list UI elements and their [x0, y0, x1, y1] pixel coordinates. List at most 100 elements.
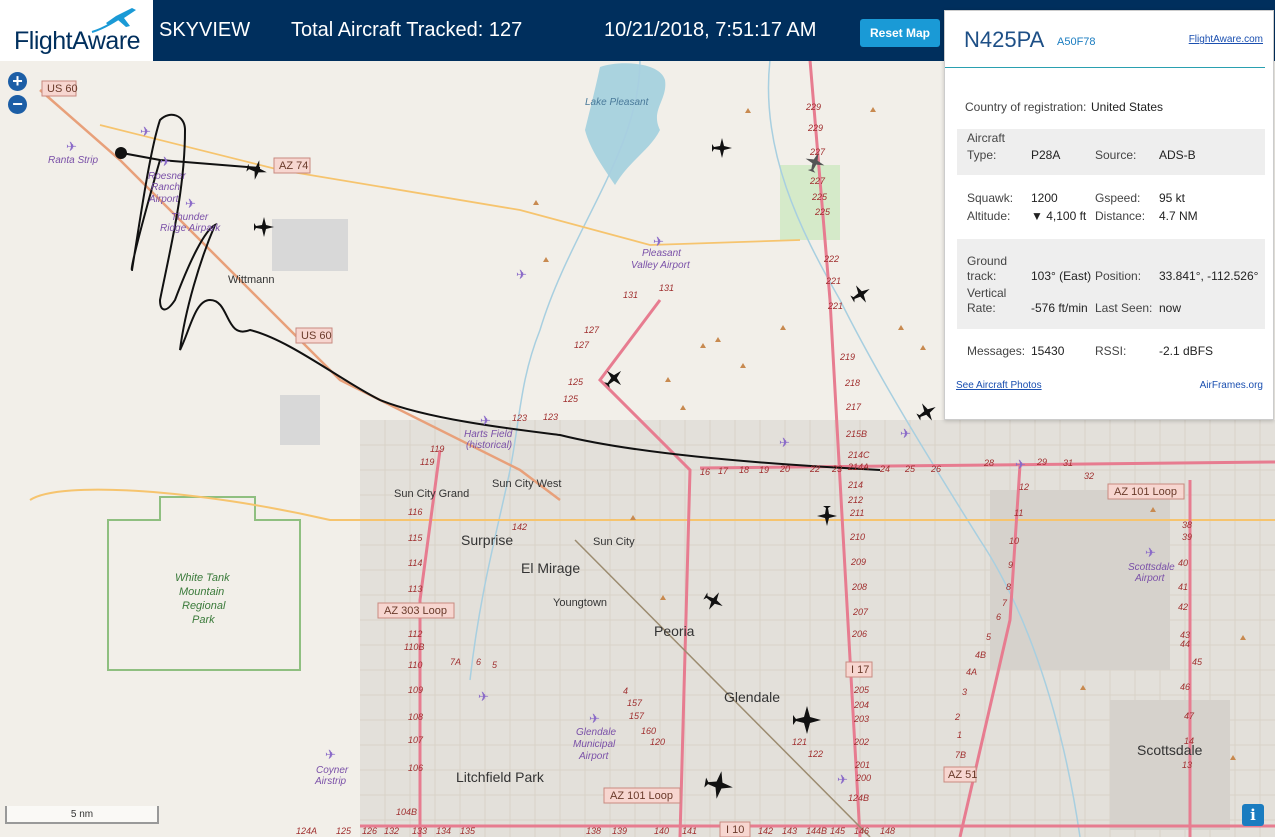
- gray-parcel: [280, 395, 320, 445]
- flightaware-link[interactable]: FlightAware.com: [1189, 34, 1263, 45]
- svg-text:Pleasant: Pleasant: [642, 248, 682, 259]
- mile-marker: 11: [1014, 508, 1023, 518]
- aircraft-ident: N425PA: [964, 27, 1045, 52]
- mile-marker: 131: [623, 290, 638, 300]
- mile-marker: 6: [996, 612, 1001, 622]
- svg-text:Ranch: Ranch: [151, 182, 180, 193]
- mile-marker: 18: [739, 465, 749, 475]
- mile-marker: 214: [847, 480, 863, 490]
- aircraft-icon[interactable]: [847, 280, 874, 307]
- mile-marker: 119: [430, 444, 444, 454]
- mile-marker: 127: [584, 325, 600, 335]
- mile-marker: 204: [853, 700, 869, 710]
- app-title: SKYVIEW: [159, 19, 251, 41]
- lake-pleasant: [585, 63, 666, 185]
- svg-text:White Tank: White Tank: [175, 572, 230, 584]
- mile-marker: 112: [408, 629, 422, 639]
- mile-marker: 205: [853, 685, 870, 695]
- mile-marker: 29: [1036, 457, 1047, 467]
- mile-marker: 120: [650, 737, 665, 747]
- flightaware-logo[interactable]: FlightAware: [0, 0, 153, 61]
- aircraft-icon[interactable]: [712, 138, 732, 158]
- airport-icon: ✈: [837, 772, 848, 787]
- mile-marker: 148: [880, 826, 895, 836]
- svg-text:(historical): (historical): [466, 440, 512, 451]
- place-lake-pleasant: Lake Pleasant: [585, 97, 650, 108]
- flight-track[interactable]: [121, 113, 881, 471]
- mile-marker: 132: [384, 826, 399, 836]
- mile-marker: 19: [759, 465, 769, 475]
- mile-marker: 127: [574, 340, 590, 350]
- airport-icon: ✈: [1145, 545, 1156, 560]
- mile-marker: 141: [682, 826, 697, 836]
- airport-icon: ✈: [160, 154, 171, 169]
- mile-marker: 32: [1084, 471, 1094, 481]
- mile-marker: 114: [408, 558, 422, 568]
- mile-marker: 146: [854, 826, 869, 836]
- svg-text:Ranta Strip: Ranta Strip: [48, 155, 98, 166]
- mile-marker: 109: [408, 685, 423, 695]
- mile-marker: 25: [904, 464, 916, 474]
- source-value: ADS-B: [1159, 148, 1196, 162]
- svg-text:Coyner: Coyner: [316, 765, 349, 776]
- mile-marker: 28: [983, 458, 994, 468]
- airport-icon: ✈: [480, 413, 491, 428]
- position-value: 33.841°, -112.526°: [1159, 269, 1259, 283]
- mile-marker: 221: [825, 276, 841, 286]
- svg-text:Airport: Airport: [578, 751, 610, 762]
- place-glendale: Glendale: [724, 689, 780, 705]
- gspeed-value: 95 kt: [1159, 191, 1186, 205]
- mile-marker: 225: [811, 192, 828, 202]
- mile-marker: 125: [568, 377, 584, 387]
- mile-marker: 4B: [975, 650, 986, 660]
- aircraft-photos-link[interactable]: See Aircraft Photos: [956, 380, 1042, 391]
- mile-marker: 135: [460, 826, 476, 836]
- track-row: Ground track: 103° (East) Position: 33.8…: [957, 239, 1265, 329]
- mile-marker: 227: [809, 176, 826, 186]
- mile-marker: 4A: [966, 667, 977, 677]
- mile-marker: 143: [782, 826, 797, 836]
- mile-marker: 222: [823, 254, 839, 264]
- mile-marker: 38: [1182, 520, 1192, 530]
- mile-marker: 14: [1184, 736, 1194, 746]
- mile-marker: 201: [854, 760, 870, 770]
- reset-map-button[interactable]: Reset Map: [860, 19, 940, 47]
- mile-marker: 113: [408, 584, 422, 594]
- svg-text:Regional: Regional: [182, 600, 226, 612]
- mile-marker: 23: [831, 464, 842, 474]
- type-value: P28A: [1031, 148, 1061, 162]
- mile-marker: 41: [1178, 582, 1188, 592]
- svg-text:Glendale: Glendale: [576, 727, 616, 738]
- squawk-value: 1200: [1031, 191, 1058, 205]
- zoom-out-button[interactable]: −: [8, 95, 27, 114]
- mile-marker: 214C: [847, 450, 870, 460]
- mile-marker: 123: [543, 412, 558, 422]
- mile-marker: 126: [362, 826, 377, 836]
- zoom-in-button[interactable]: +: [8, 72, 27, 91]
- mile-marker: 121: [792, 737, 807, 747]
- svg-text:Scottsdale: Scottsdale: [1128, 562, 1175, 573]
- aircraft-icon[interactable]: [600, 364, 628, 392]
- svg-text:US 60: US 60: [47, 83, 78, 95]
- aircraft-icon[interactable]: [254, 217, 274, 237]
- aircraft-hex: A50F78: [1057, 36, 1096, 48]
- panel-divider: [945, 67, 1265, 68]
- mile-marker: 122: [808, 749, 823, 759]
- mile-marker: 221: [827, 301, 843, 311]
- info-icon[interactable]: i: [1242, 804, 1264, 826]
- place-surprise: Surprise: [461, 532, 513, 548]
- mile-marker: 3: [962, 687, 967, 697]
- airport-icon: ✈: [516, 267, 527, 282]
- gray-parcel: [272, 219, 348, 271]
- mile-marker: 26: [930, 464, 941, 474]
- mile-marker: 124A: [296, 826, 317, 836]
- mile-marker: 22: [809, 464, 820, 474]
- country-value: United States: [1091, 100, 1164, 114]
- place-youngtown: Youngtown: [553, 597, 607, 609]
- mile-marker: 40: [1178, 558, 1188, 568]
- airport-icon: ✈: [185, 196, 196, 211]
- mile-marker: 107: [408, 735, 424, 745]
- airframes-link[interactable]: AirFrames.org: [1200, 380, 1263, 391]
- place-litchfield-park: Litchfield Park: [456, 769, 545, 785]
- place-el-mirage: El Mirage: [521, 560, 580, 576]
